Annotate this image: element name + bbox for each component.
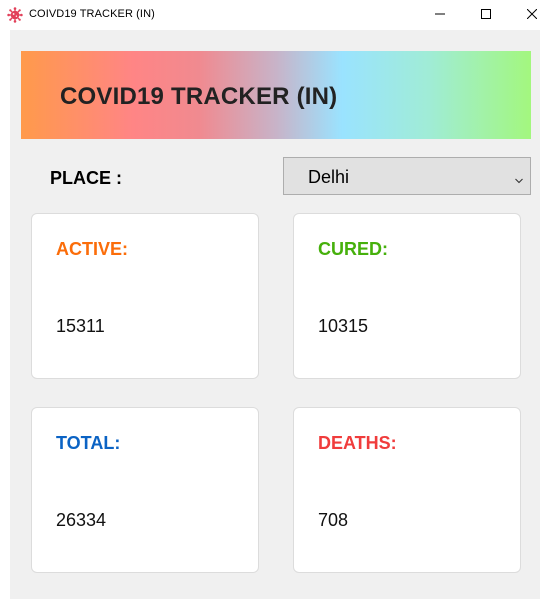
minimize-icon <box>435 6 445 24</box>
client-area: COVID19 TRACKER (IN) PLACE : Delhi ACTIV… <box>10 30 540 599</box>
active-card: ACTIVE: 15311 <box>31 213 259 379</box>
cured-card: CURED: 10315 <box>293 213 521 379</box>
deaths-card: DEATHS: 708 <box>293 407 521 573</box>
title-bar[interactable]: COIVD19 TRACKER (IN) <box>0 0 550 30</box>
active-value: 15311 <box>56 316 105 336</box>
active-label: ACTIVE: <box>56 239 128 259</box>
chevron-down-icon <box>514 172 524 184</box>
maximize-button[interactable] <box>463 0 509 30</box>
app-window: COIVD19 TRACKER (IN) COVID19 TRACKER (IN… <box>0 0 550 599</box>
place-selected-value: Delhi <box>308 167 350 187</box>
deaths-value: 708 <box>318 510 349 530</box>
place-label: PLACE : <box>50 168 122 188</box>
maximize-icon <box>481 6 491 24</box>
total-label: TOTAL: <box>56 433 121 453</box>
header-banner: COVID19 TRACKER (IN) <box>21 51 531 139</box>
total-value: 26334 <box>56 510 107 530</box>
close-button[interactable] <box>509 0 550 30</box>
cured-label: CURED: <box>318 239 388 259</box>
close-icon <box>526 6 538 24</box>
deaths-label: DEATHS: <box>318 433 397 453</box>
cured-value: 10315 <box>318 316 369 336</box>
total-card: TOTAL: 26334 <box>31 407 259 573</box>
minimize-button[interactable] <box>417 0 463 30</box>
place-dropdown[interactable]: Delhi <box>283 157 531 195</box>
banner-title: COVID19 TRACKER (IN) <box>60 83 338 110</box>
window-title: COIVD19 TRACKER (IN) <box>29 8 155 20</box>
virus-icon <box>7 7 23 23</box>
